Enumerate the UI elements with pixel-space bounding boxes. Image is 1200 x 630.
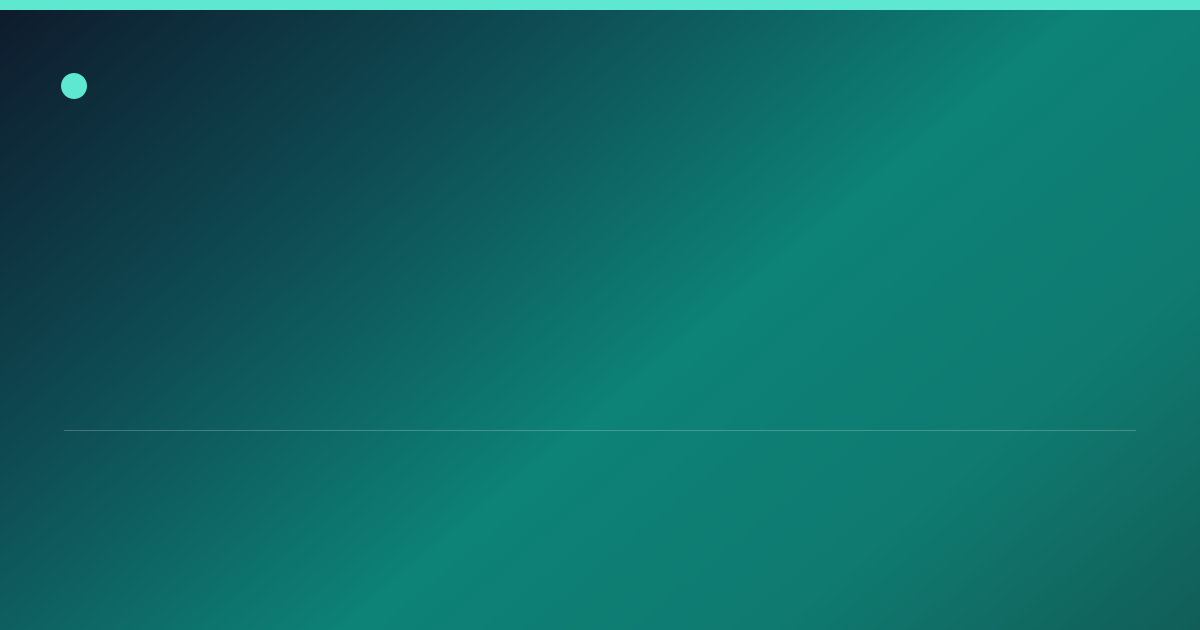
brand-header xyxy=(61,73,99,99)
brand-dot-icon xyxy=(61,73,87,99)
accent-top-bar xyxy=(0,0,1200,10)
social-card xyxy=(0,0,1200,630)
section-divider xyxy=(64,430,1136,431)
